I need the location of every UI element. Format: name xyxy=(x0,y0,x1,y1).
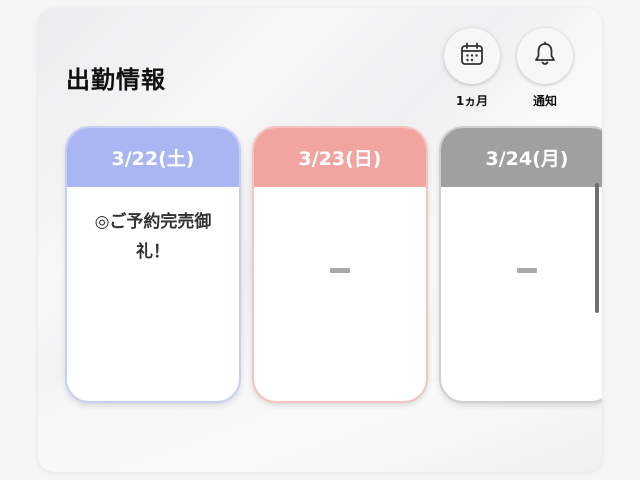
notification-button[interactable] xyxy=(517,28,573,84)
bell-icon xyxy=(532,41,558,71)
monthly-calendar-label[interactable]: 1ヵ月 xyxy=(442,92,502,109)
no-schedule-dash xyxy=(517,268,537,273)
schedule-card-0323[interactable]: 3/23(日) xyxy=(254,128,426,401)
schedule-carousel[interactable]: 3/22(土) ◎ご予約完売御礼！ 3/23(日) 3/24(月) xyxy=(38,118,602,410)
schedule-card-0322[interactable]: 3/22(土) ◎ご予約完売御礼！ xyxy=(67,128,239,401)
page-title: 出勤情報 xyxy=(66,66,166,94)
notification-label[interactable]: 通知 xyxy=(515,92,575,109)
calendar-icon xyxy=(459,41,485,71)
card-date-header: 3/24(月) xyxy=(441,128,602,187)
vertical-scrollbar[interactable] xyxy=(595,183,599,313)
no-schedule-dash xyxy=(330,268,350,273)
card-date-header: 3/23(日) xyxy=(254,128,426,187)
schedule-card-0324[interactable]: 3/24(月) xyxy=(441,128,602,401)
card-message: ◎ご予約完売御礼！ xyxy=(94,212,212,262)
card-date-header: 3/22(土) xyxy=(67,128,239,187)
monthly-calendar-button[interactable] xyxy=(444,28,500,84)
attendance-panel: 出勤情報 1ヵ月 通知 3/22(土) ◎ご予約完売御礼！ 3/23(日) 3/… xyxy=(38,8,602,472)
